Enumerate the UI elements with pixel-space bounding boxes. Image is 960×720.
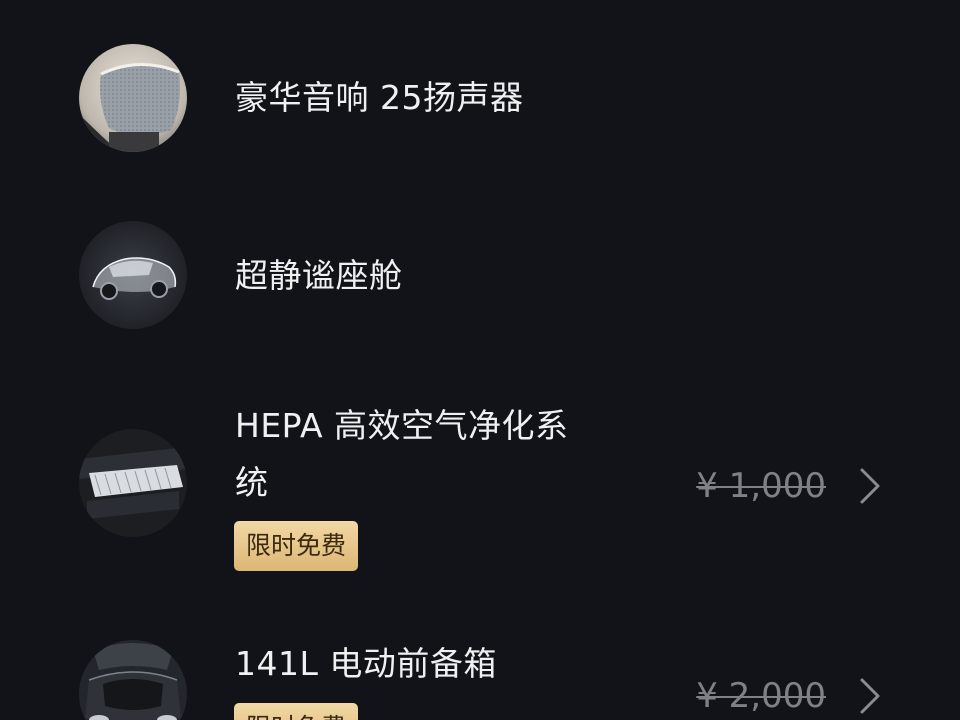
chevron-right-icon[interactable] [856, 466, 886, 506]
feature-title: 141L 电动前备箱 [235, 644, 497, 683]
feature-title-line1: HEPA 高效空气净化系 [235, 406, 569, 445]
feature-item-speaker: 豪华音响 25扬声器 [0, 0, 960, 180]
feature-item-frunk[interactable]: 141L 电动前备箱 限时免费 ¥ 2,000 [0, 580, 960, 720]
original-price: ¥ 1,000 [696, 466, 826, 506]
feature-item-quiet-cabin: 超静谧座舱 [0, 180, 960, 360]
free-limited-badge: 限时免费 [234, 521, 359, 571]
feature-title: 豪华音响 25扬声器 [235, 78, 524, 117]
chevron-right-icon[interactable] [856, 676, 886, 716]
feature-list-screen: 豪华音响 25扬声器 超静谧座舱 HEPA 高效空气净化系 统 限时免费 ¥ 1… [0, 0, 960, 720]
original-price: ¥ 2,000 [696, 676, 826, 716]
feature-title-line2: 统 [235, 463, 269, 502]
air-filter-thumbnail-icon [79, 429, 187, 537]
car-cabin-thumbnail-icon [79, 221, 187, 329]
free-limited-badge: 限时免费 [234, 703, 359, 720]
frunk-thumbnail-icon [79, 640, 187, 720]
feature-item-hepa[interactable]: HEPA 高效空气净化系 统 限时免费 ¥ 1,000 [0, 360, 960, 580]
speaker-thumbnail-icon [79, 44, 187, 152]
feature-title: 超静谧座舱 [235, 256, 403, 295]
